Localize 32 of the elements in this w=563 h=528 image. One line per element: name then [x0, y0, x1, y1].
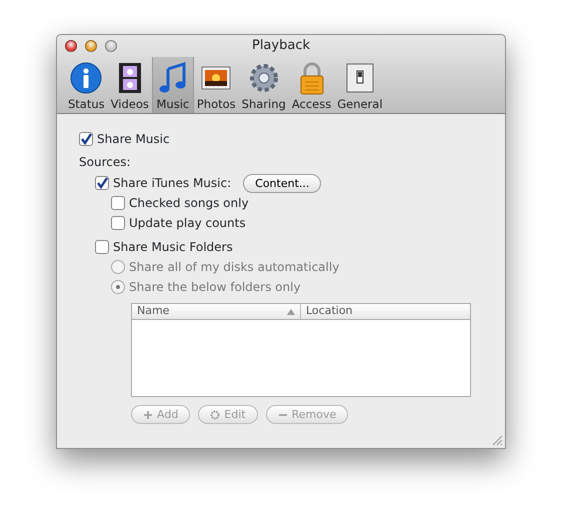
toolbar-tab[interactable]: Status [65, 57, 108, 113]
toolbar-tab[interactable]: Sharing [238, 57, 289, 113]
checkbox[interactable] [111, 216, 125, 230]
option-label: Share Music Folders [113, 239, 233, 256]
toolbar-tab[interactable]: Music [152, 57, 194, 113]
option-label: Share iTunes Music: [113, 175, 232, 192]
option-label: Share the below folders only [129, 279, 301, 296]
toolbar-tab[interactable]: Photos [194, 57, 239, 113]
toolbar-tab[interactable]: General [334, 57, 386, 113]
toolbar-tab[interactable]: Access [288, 57, 334, 113]
option-label: Checked songs only [129, 195, 249, 212]
option-label: Share all of my disks automatically [129, 259, 340, 276]
option-label: Share Music [97, 131, 170, 148]
plus-icon [143, 410, 153, 420]
sort-arrow-icon [287, 308, 295, 314]
resize-grip-icon[interactable] [491, 434, 503, 446]
column-header[interactable]: Location [301, 304, 470, 319]
minimize-button[interactable] [85, 40, 97, 52]
section-label: Sources: [79, 154, 132, 171]
checkbox[interactable] [95, 240, 109, 254]
close-button[interactable] [65, 40, 77, 52]
zoom-button[interactable] [105, 40, 117, 52]
toolbar-tab[interactable]: Videos [108, 57, 152, 113]
checkbox[interactable] [79, 132, 93, 146]
gear-icon [210, 410, 220, 420]
window-title: Playback [252, 37, 310, 56]
checkbox[interactable] [95, 176, 109, 190]
content-button[interactable]: Content... [243, 174, 322, 192]
column-header[interactable]: Name [132, 304, 301, 319]
checkbox[interactable] [111, 196, 125, 210]
option-label: Update play counts [129, 215, 246, 232]
info-icon [69, 60, 104, 95]
